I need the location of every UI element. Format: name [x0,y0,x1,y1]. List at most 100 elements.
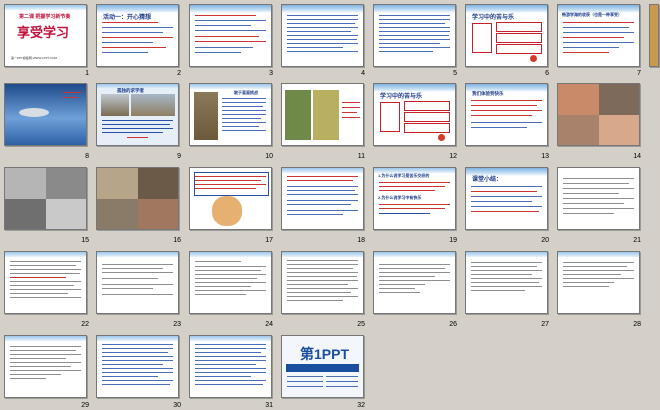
student-photo [97,199,138,229]
text-line [195,286,251,288]
text-line [287,296,358,298]
slide-thumbnail-30[interactable] [96,335,179,398]
slide-thumbnail-28[interactable] [557,251,640,314]
text-line [10,269,81,271]
slide-thumbnail-10[interactable]: 敢于直面挑战 [189,83,272,146]
text-line [10,370,81,372]
text-line [10,273,80,275]
slide-thumbnail-5[interactable] [373,4,456,67]
slide-thumbnail-27[interactable] [465,251,548,314]
slide-thumbnail-14[interactable] [557,83,640,146]
slide-thumbnail-21[interactable] [557,167,640,230]
text-line [379,15,450,17]
slide-title: 享受学习 [17,26,70,41]
text-line [102,384,170,386]
slide-thumbnail-7[interactable]: 畅游学海的收获（也是一种享受） [557,4,640,67]
slide-thumbnail-3[interactable] [189,4,272,67]
text-line [10,358,66,360]
slide-thumbnail-23[interactable] [96,251,179,314]
text-line [379,268,445,270]
text-line [195,15,256,17]
slide-header-band [374,252,455,257]
slide-thumbnail-15[interactable] [4,167,87,230]
slide-thumbnail-22[interactable] [4,251,87,314]
text-line [471,266,537,268]
slide-thumbnail-31[interactable] [189,335,272,398]
text-line [102,272,173,274]
slide-thumbnail-18[interactable] [281,167,364,230]
slide-number: 3 [269,70,273,77]
slide-thumbnail-11[interactable] [281,83,364,146]
slide-thumbnail-29[interactable] [4,335,87,398]
text-line [379,23,445,25]
crop-circle-photo [285,90,311,140]
text-line [287,284,348,286]
text-line [102,32,163,34]
slide-number: 28 [633,321,641,328]
text-line [287,35,358,37]
text-line [379,31,450,33]
text-line [195,360,266,362]
slide-thumbnail-24[interactable] [189,251,272,314]
ppt-logo: 第1PPT [300,346,350,362]
text-line [195,20,266,22]
text-line [342,117,360,119]
text-line [379,47,450,49]
slide-thumbnail-2[interactable]: 活动一：开心猜想 [96,4,179,67]
slide-thumbnail-13[interactable]: 我们体验到快乐 [465,83,548,146]
text-line [10,350,76,352]
text-line [563,198,634,200]
slide-thumbnail-8-pyramid[interactable] [649,4,659,67]
slide-header-band [190,336,271,341]
text-line [287,272,358,274]
slide-thumbnail-32[interactable]: 第1PPT [281,335,364,398]
slide-thumbnail-1[interactable]: 第二课 把握学习新节奏 享受学习 第一PPT模板网-WWW.1PPT.COM [4,4,87,67]
slide-thumbnail-8[interactable] [4,83,87,146]
slide-thumbnail-25[interactable] [281,251,364,314]
text-line [195,25,251,27]
text-line [102,356,173,358]
text-line [563,203,624,205]
text-line [195,261,241,263]
slide-thumbnail-6[interactable]: 学习中的苦与乐 [465,4,548,67]
slide-header-band [466,252,547,257]
slide-thumbnail-16[interactable] [96,167,179,230]
text-line [10,285,74,287]
text-line [471,105,537,107]
text-line [102,27,173,29]
text-line [63,97,78,99]
text-line [195,47,253,49]
text-line [222,130,266,132]
content-box [404,123,450,133]
text-line [471,191,537,193]
text-line [287,43,358,45]
slide-thumbnail-17[interactable] [189,167,272,230]
slide-number: 32 [357,402,365,409]
text-line [287,376,323,378]
text-line [195,266,266,268]
ruins-photo [131,94,175,116]
content-box [496,33,542,43]
text-line [222,102,266,104]
text-line [287,204,351,206]
slide-thumbnail-4[interactable] [281,4,364,67]
text-line [379,204,450,206]
text-line [10,289,81,291]
slide-thumbnail-26[interactable] [373,251,456,314]
slide-thumbnail-19[interactable]: 1.为什么说学习是苦乐交织的 2.为什么说学习中有快乐 [373,167,456,230]
slide-thumbnail-12[interactable]: 学习中的苦与乐 [373,83,456,146]
slide-number: 9 [177,153,181,160]
slide-thumbnail-20[interactable]: 课堂小结： [465,167,548,230]
text-line [222,106,263,108]
student-photo [138,168,178,199]
study-photo [46,199,86,229]
ufo-shape [19,108,49,117]
slide-thumbnail-9[interactable]: 孤独的求学者 [96,83,179,146]
text-line [563,262,634,264]
slide-number: 4 [361,70,365,77]
text-line [102,360,173,362]
text-line [563,270,634,272]
slide-number: 6 [545,70,549,77]
text-line [195,348,266,350]
text-line [342,107,360,109]
